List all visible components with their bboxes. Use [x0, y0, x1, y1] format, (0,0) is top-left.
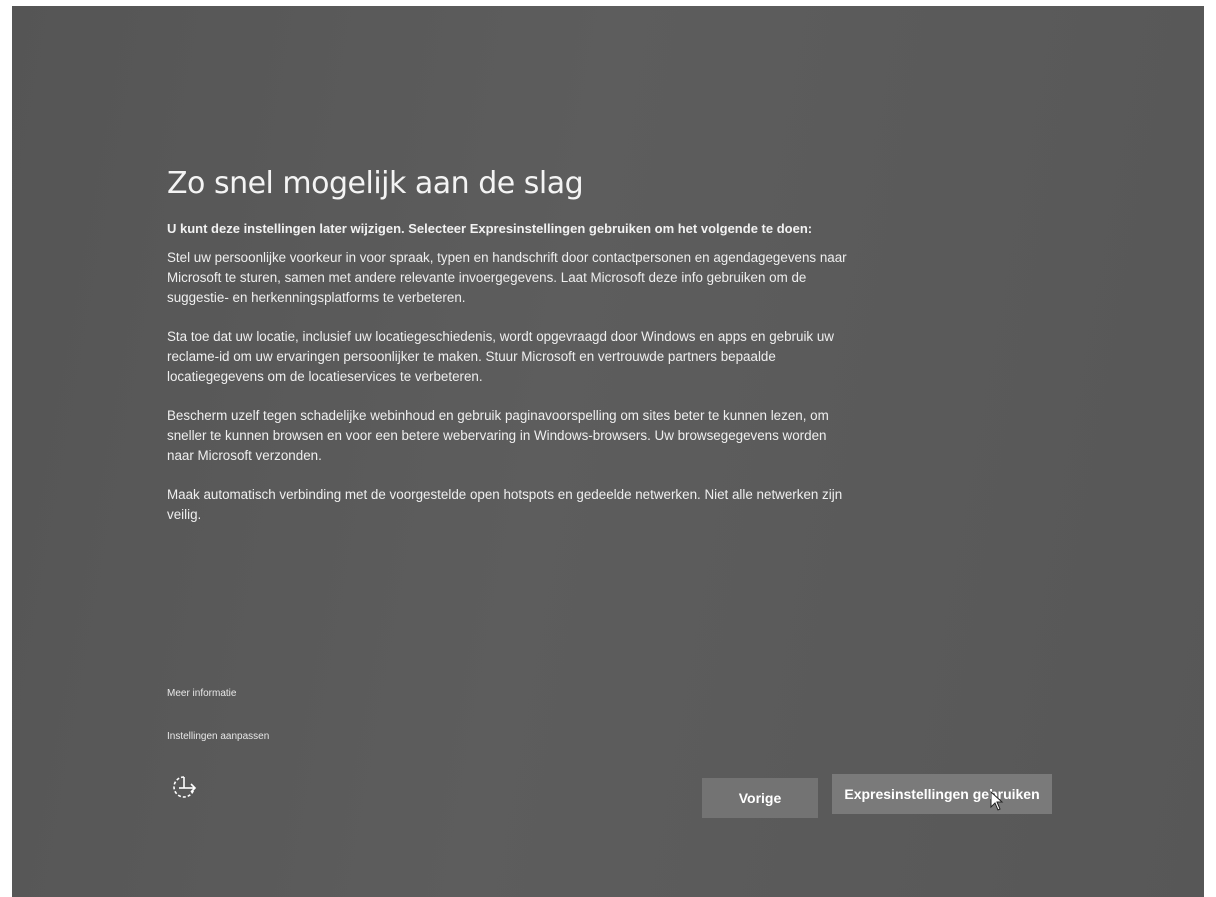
- oobe-screen: Zo snel mogelijk aan de slag U kunt deze…: [12, 6, 1204, 897]
- speech-typing-paragraph: Stel uw persoonlijke voorkeur in voor sp…: [167, 250, 847, 305]
- ease-of-access-icon[interactable]: [170, 773, 198, 801]
- back-button[interactable]: Vorige: [702, 778, 818, 818]
- page-title: Zo snel mogelijk aan de slag: [167, 166, 584, 201]
- mouse-pointer-icon: [990, 790, 1004, 811]
- more-info-link[interactable]: Meer informatie: [167, 688, 236, 699]
- use-express-settings-button[interactable]: Expresinstellingen gebruiken: [832, 774, 1052, 814]
- hotspots-paragraph: Maak automatisch verbinding met de voorg…: [167, 487, 843, 522]
- customize-settings-link[interactable]: Instellingen aanpassen: [167, 731, 269, 742]
- location-paragraph: Sta toe dat uw locatie, inclusief uw loc…: [167, 329, 834, 384]
- browser-protection-paragraph: Bescherm uzelf tegen schadelijke webinho…: [167, 408, 829, 463]
- intro-text: U kunt deze instellingen later wijzigen.…: [167, 221, 813, 236]
- settings-content: Zo snel mogelijk aan de slag U kunt deze…: [167, 166, 847, 544]
